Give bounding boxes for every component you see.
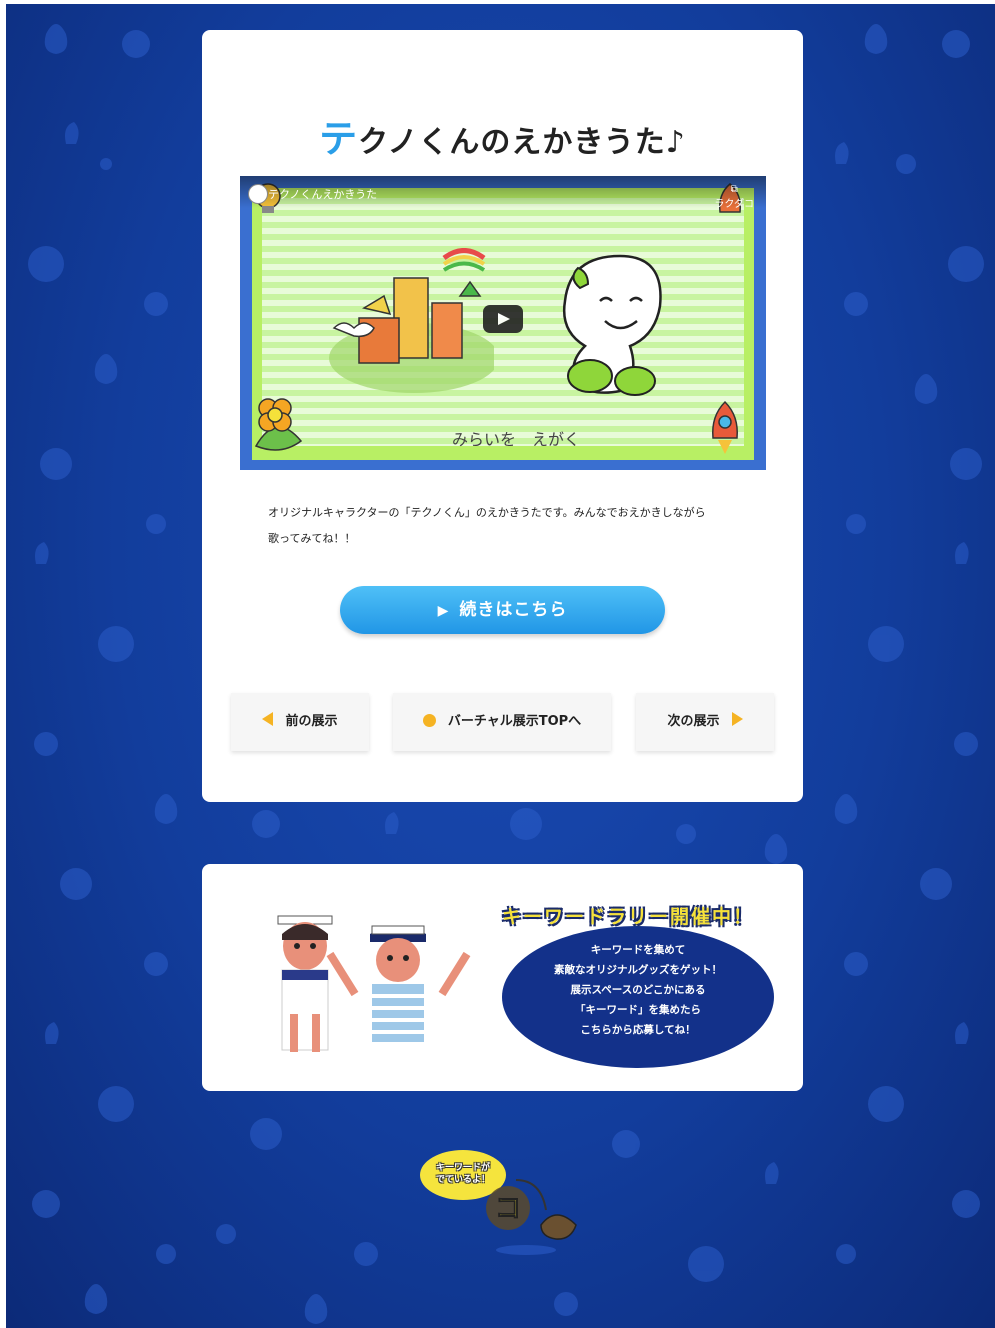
video-player[interactable]: みらいを えがく テクノくんえかきうた ⧉ ラクダコ — [240, 176, 766, 470]
share-icon: ⧉ — [730, 184, 738, 195]
description-line-1: オリジナルキャラクターの「テクノくん」のえかきうたです。みんなでおえかきしながら — [268, 506, 706, 519]
next-exhibit-label: 次の展示 — [667, 714, 720, 729]
description-line-2: 歌ってみてね！！ — [268, 532, 356, 545]
sailor-kids-illustration — [277, 915, 471, 1052]
rally-line-2: 素敵なオリジナルグッズをゲット！ — [554, 964, 722, 976]
page-title-rest: クノくんのえかきうた♪ — [358, 125, 686, 160]
play-button-icon[interactable] — [483, 305, 523, 333]
play-arrow-icon: ▶ — [437, 603, 450, 619]
channel-avatar[interactable] — [248, 184, 268, 204]
page-title-first-char: テ — [319, 117, 359, 161]
city-illustration — [329, 248, 494, 393]
dot-icon — [422, 714, 436, 727]
rally-line-1: キーワードを集めて — [590, 944, 686, 956]
prev-exhibit-button[interactable]: 前の展示 — [231, 693, 369, 751]
exhibit-description: オリジナルキャラクターの「テクノくん」のえかきうたです。みんなでおえかきしながら… — [268, 500, 748, 552]
video-share-button[interactable]: ⧉ ラクダコ — [714, 184, 754, 210]
video-topbar: テクノくんえかきうた ⧉ ラクダコ — [240, 176, 766, 210]
page-title: テクノくんのえかきうた♪ — [202, 108, 803, 163]
arrow-right-icon — [731, 712, 743, 726]
rally-line-5: こちらから応募してね！ — [580, 1024, 696, 1036]
prev-exhibit-label: 前の展示 — [285, 714, 338, 729]
keyword-rally-banner[interactable]: キーワードラリー開催中！ キーワードを集めて 素敵なオリジナルグッズをゲット！ … — [202, 864, 803, 1091]
virtual-top-button[interactable]: バーチャル展示TOPへ — [393, 693, 611, 751]
tekuno-kun-character — [562, 254, 662, 396]
video-title[interactable]: テクノくんえかきうた — [268, 186, 377, 202]
arrow-left-icon — [262, 712, 274, 726]
continue-button[interactable]: ▶ 続きはこちら — [340, 586, 665, 634]
anglerfish-icon[interactable]: コ — [486, 1170, 596, 1260]
rally-title: キーワードラリー開催中！ — [502, 906, 755, 928]
flower-sticker-icon — [254, 398, 303, 451]
rally-line-3: 展示スペースのどこかにある — [570, 984, 706, 996]
exhibit-card: テクノくんのえかきうた♪ みらいを えがく テクノくんえかきうた ⧉ ラクダコ … — [202, 30, 803, 802]
virtual-top-label: バーチャル展示TOPへ — [447, 714, 582, 729]
keyword-character: コ — [495, 1194, 521, 1224]
video-caption: みらいを えがく — [452, 430, 581, 449]
rally-line-4: 「キーワード」を集めたら — [575, 1004, 701, 1016]
rocket-sticker-icon — [712, 400, 738, 454]
continue-button-label: 続きはこちら — [459, 600, 568, 620]
rally-description: キーワードを集めて 素敵なオリジナルグッズをゲット！ 展示スペースのどこかにある… — [502, 940, 774, 1040]
video-share-label: ラクダコ — [714, 199, 754, 210]
next-exhibit-button[interactable]: 次の展示 — [636, 693, 774, 751]
